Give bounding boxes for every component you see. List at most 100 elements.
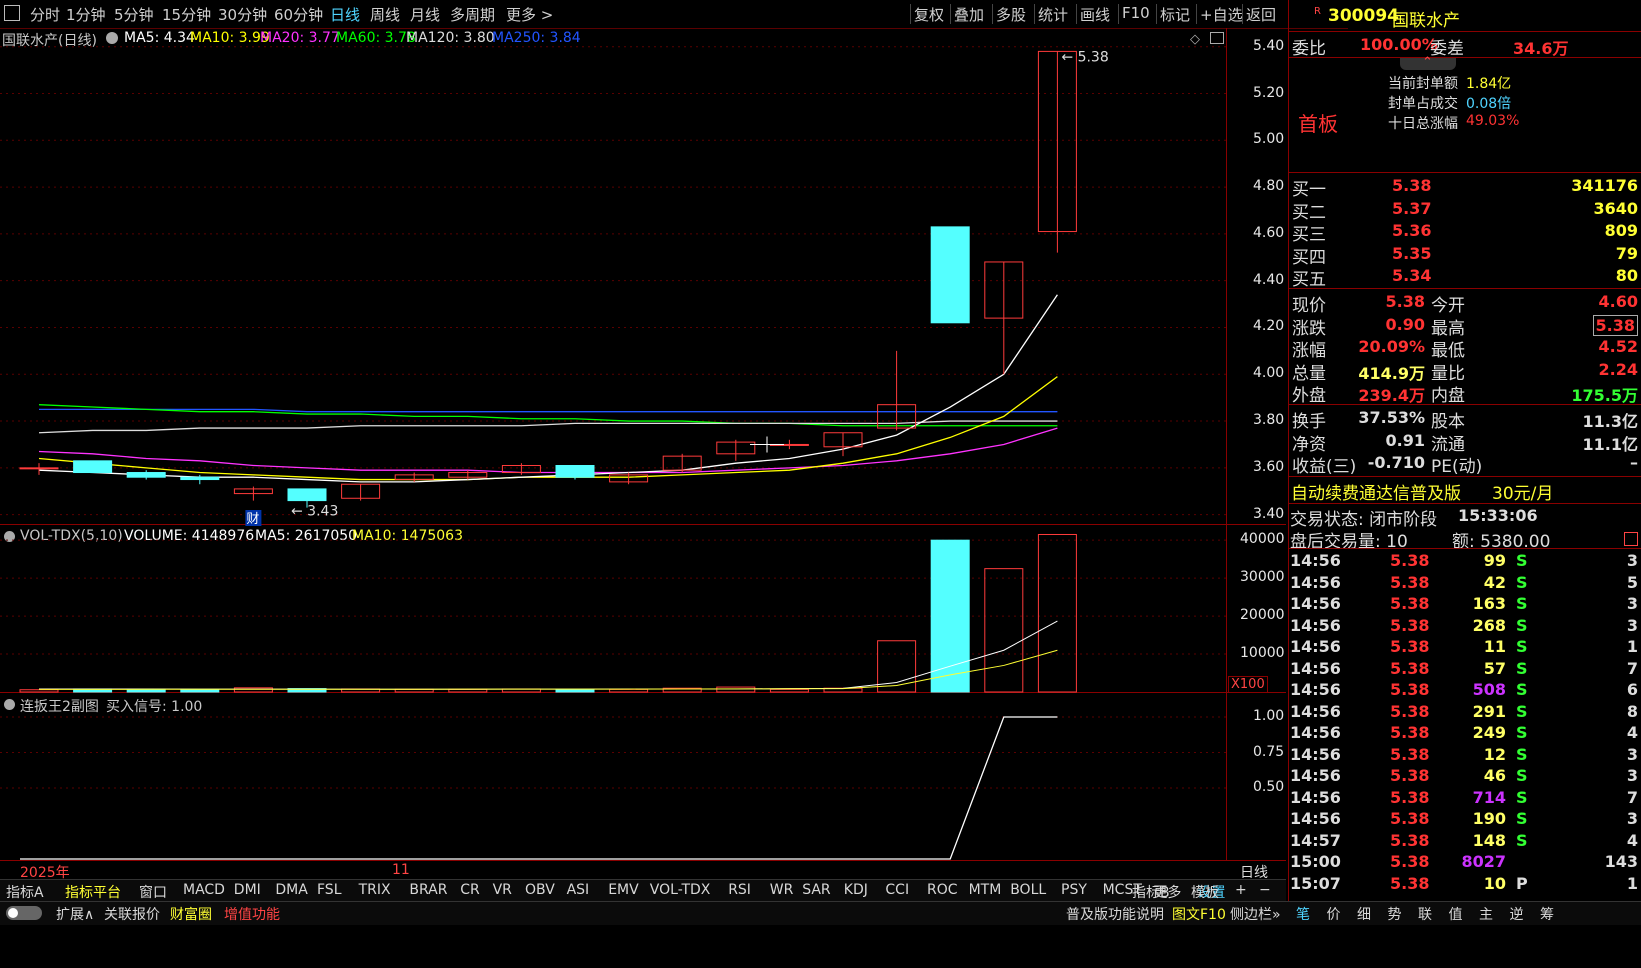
indicator-tab-13[interactable]: EMV — [608, 882, 639, 898]
indicator-tab-3[interactable]: MACD — [183, 882, 225, 898]
indicator-tab-0[interactable]: 指标A — [6, 882, 44, 902]
side-tab-3[interactable]: 势 — [1388, 904, 1402, 924]
side-tab-1[interactable]: 价 — [1327, 904, 1341, 924]
indicator-tab-27[interactable]: 指标B — [1132, 882, 1170, 902]
bottom-link-3[interactable]: 增值功能 — [224, 904, 280, 924]
tick-price: 5.38 — [1390, 572, 1430, 592]
tool-button-3[interactable]: 统计 — [1038, 4, 1068, 25]
side-tab-5[interactable]: 值 — [1449, 904, 1463, 924]
price-tick: 5.20 — [1253, 84, 1285, 101]
indicator-tab-17[interactable]: SAR — [802, 882, 830, 898]
indicator-tab-21[interactable]: MTM — [969, 882, 1002, 898]
indicator-tab-15[interactable]: RSI — [728, 882, 751, 898]
bottom-right-0[interactable]: 普及版功能说明 — [1066, 904, 1164, 924]
side-tab-0[interactable]: 笔 — [1296, 904, 1310, 924]
chart-canvas[interactable]: ← 5.38 ← 3.43 财 — [0, 28, 1286, 860]
tick-volume: 508 — [1472, 680, 1506, 699]
period-tab-1[interactable]: 1分钟 — [66, 4, 106, 25]
indicator-tab-20[interactable]: ROC — [927, 882, 958, 898]
indicator-tab-8[interactable]: BRAR — [409, 882, 447, 898]
indicator-tab-11[interactable]: OBV — [525, 882, 555, 898]
indicator-tab-6[interactable]: FSL — [317, 882, 342, 898]
period-tab-2[interactable]: 5分钟 — [114, 4, 154, 25]
tick-time: 15:00 — [1290, 852, 1341, 871]
period-tab-5[interactable]: 60分钟 — [274, 4, 323, 25]
tick-side: S — [1516, 744, 1528, 764]
menu-icon[interactable] — [4, 5, 20, 21]
indicator-tab-19[interactable]: CCI — [885, 882, 909, 898]
tick-side: S — [1516, 551, 1528, 570]
tick-time: 14:56 — [1290, 680, 1341, 699]
indicator-tab-14[interactable]: VOL-TDX — [650, 882, 711, 898]
indicator-tab-5[interactable]: DMA — [275, 882, 307, 898]
side-tab-6[interactable]: 主 — [1479, 904, 1493, 924]
x-axis: 2025年 11 日线 — [0, 860, 1286, 881]
period-tab-10[interactable]: 更多 > — [506, 4, 553, 25]
indicator-tab-7[interactable]: TRIX — [359, 882, 391, 898]
side-tab-7[interactable]: 逆 — [1510, 904, 1524, 924]
indicator-tab-28[interactable]: 模板 — [1191, 882, 1219, 902]
indicator-tab-9[interactable]: CR — [460, 882, 480, 898]
period-tab-0[interactable]: 分时 — [30, 4, 60, 25]
tool-button-4[interactable]: 画线 — [1080, 4, 1110, 25]
tool-button-2[interactable]: 多股 — [996, 4, 1026, 25]
board-label: 首板 — [1298, 112, 1338, 136]
stat-label: PE(动) — [1431, 457, 1483, 478]
price-tick: 5.40 — [1253, 37, 1285, 54]
bid-price: 5.37 — [1392, 198, 1432, 218]
toolbar-sep — [1196, 4, 1197, 24]
tool-button-8[interactable]: 返回 — [1246, 4, 1276, 25]
indicator-tab-4[interactable]: DMI — [234, 882, 261, 898]
ten-day-label: 十日总涨幅 — [1388, 116, 1458, 132]
bottom-link-1[interactable]: 关联报价 — [104, 904, 160, 924]
indicator-tab-29[interactable]: + — [1235, 882, 1247, 898]
period-tab-6[interactable]: 日线 — [330, 4, 360, 25]
period-tab-4[interactable]: 30分钟 — [218, 4, 267, 25]
tool-button-1[interactable]: 叠加 — [954, 4, 984, 25]
period-tab-8[interactable]: 月线 — [410, 4, 440, 25]
volume-tick: 40000 — [1240, 531, 1285, 548]
tool-button-6[interactable]: 标记 — [1160, 4, 1190, 25]
period-tab-7[interactable]: 周线 — [370, 4, 400, 25]
panel-divider — [1289, 548, 1641, 549]
indicator-tab-2[interactable]: 窗口 — [139, 882, 167, 902]
calculator-icon[interactable] — [1624, 532, 1638, 546]
top-toolbar: 分时 1分钟 5分钟 15分钟 30分钟 60分钟 日线 周线 月线 多周期 更多 > 复权 叠加 多股… — [0, 0, 1348, 29]
tick-price: 5.38 — [1390, 658, 1430, 678]
price-tick: 3.40 — [1253, 505, 1285, 522]
indicator-tab-10[interactable]: VR — [493, 882, 512, 898]
tool-button-5[interactable]: F10 — [1122, 4, 1150, 22]
tick-count: 5 — [1626, 572, 1638, 592]
tick-time: 14:56 — [1290, 723, 1341, 742]
stat-value: 4.52 — [1598, 337, 1638, 357]
indicator-tab-12[interactable]: ASI — [567, 882, 590, 898]
price-tick: 3.80 — [1253, 412, 1285, 429]
tool-button-7[interactable]: +自选 — [1200, 4, 1243, 25]
indicator-tab-22[interactable]: BOLL — [1010, 882, 1046, 898]
cai-badge: 财 — [246, 512, 259, 527]
tick-volume: 714 — [1472, 787, 1506, 807]
promo-text[interactable]: 自动续费通达信普及版 — [1291, 479, 1461, 504]
period-tab-9[interactable]: 多周期 — [450, 4, 495, 25]
promo-price[interactable]: 30元/月 — [1492, 479, 1553, 504]
tick-time: 14:56 — [1290, 766, 1341, 785]
side-tab-4[interactable]: 联 — [1418, 904, 1432, 924]
tick-volume: 11 — [1483, 637, 1506, 656]
side-tab-8[interactable]: 筹 — [1540, 904, 1554, 924]
bottom-right-1[interactable]: 图文F10 — [1172, 904, 1226, 924]
bottom-right-2[interactable]: 侧边栏» — [1230, 904, 1281, 924]
indicator-tab-16[interactable]: WR — [770, 882, 794, 898]
low-label: ← 3.43 — [291, 504, 338, 520]
indicator-tab-1[interactable]: 指标平台 — [65, 882, 121, 902]
bottom-link-0[interactable]: 扩展∧ — [56, 904, 94, 924]
indicator-tab-23[interactable]: PSY — [1061, 882, 1087, 898]
side-tab-2[interactable]: 细 — [1357, 904, 1371, 924]
indicator-tab-18[interactable]: KDJ — [844, 882, 868, 898]
bottom-link-2[interactable]: 财富圈 — [170, 904, 212, 924]
panel-divider — [1289, 288, 1641, 289]
panel-divider — [1289, 172, 1641, 173]
period-tab-3[interactable]: 15分钟 — [162, 4, 211, 25]
tool-button-0[interactable]: 复权 — [914, 4, 944, 25]
indicator-tab-30[interactable]: − — [1259, 882, 1271, 898]
toggle-switch[interactable] — [6, 906, 42, 920]
